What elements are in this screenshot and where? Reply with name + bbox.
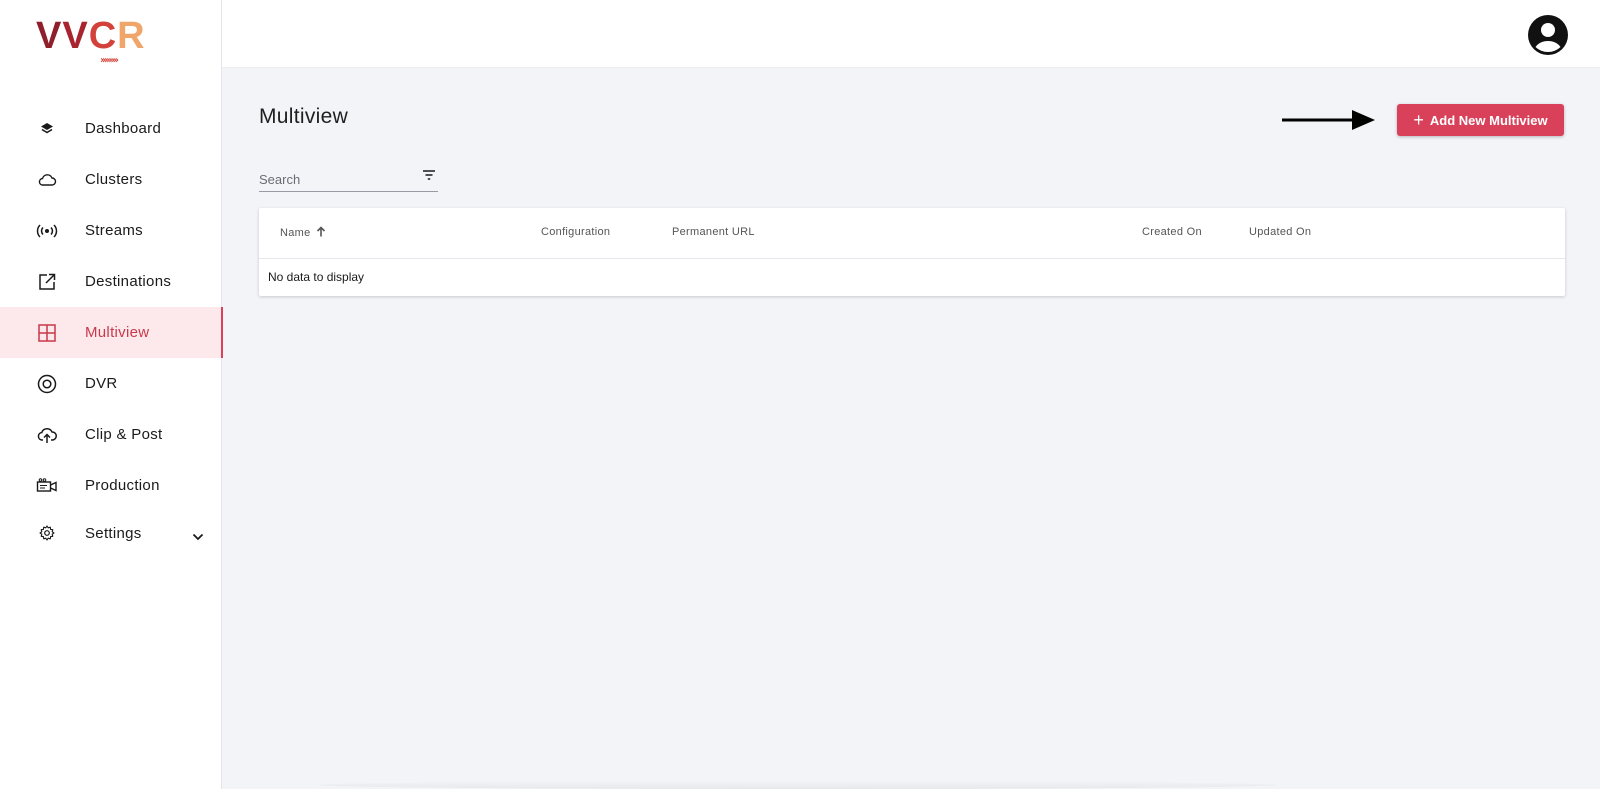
sidebar-item-clusters[interactable]: Clusters — [0, 154, 222, 205]
logo-chevrons: ›››››››› — [100, 55, 119, 66]
search-input[interactable] — [259, 170, 409, 188]
sidebar-item-label: Clip & Post — [85, 426, 163, 443]
filter-icon[interactable] — [422, 168, 436, 186]
sidebar-item-dashboard[interactable]: Dashboard — [0, 103, 222, 154]
column-header-name[interactable]: Name — [280, 226, 326, 240]
sidebar-item-label: Multiview — [85, 324, 150, 341]
sidebar-item-label: Destinations — [85, 273, 172, 290]
vvcr-logo[interactable]: V V C R ›››››››› — [36, 16, 146, 66]
multiview-table: Name Configuration Permanent URL Created… — [259, 208, 1565, 296]
logo-letter: V — [36, 15, 63, 57]
column-header-created-on[interactable]: Created On — [1142, 226, 1202, 238]
external-link-icon — [36, 271, 58, 293]
annotation-arrow-icon — [1282, 110, 1375, 130]
sort-arrow-up-icon[interactable] — [316, 226, 326, 240]
sidebar-item-label: Production — [85, 477, 160, 494]
search-field — [259, 163, 438, 192]
app-root: V V C R ›››››››› Dashboard Clusters Stre… — [0, 0, 1600, 789]
add-new-multiview-button[interactable]: + Add New Multiview — [1397, 104, 1564, 136]
plus-icon: + — [1413, 110, 1424, 130]
logo-letter: V — [62, 15, 89, 57]
table-header: Name Configuration Permanent URL Created… — [259, 208, 1565, 259]
sidebar-item-label: Settings — [85, 524, 142, 542]
sidebar-item-settings[interactable]: Settings — [0, 511, 222, 555]
gear-icon — [36, 522, 58, 544]
add-button-label: Add New Multiview — [1429, 112, 1548, 128]
sidebar-item-destinations[interactable]: Destinations — [0, 256, 222, 307]
cloud-upload-icon — [36, 424, 58, 446]
chevron-down-icon[interactable] — [192, 528, 204, 545]
sidebar-item-multiview[interactable]: Multiview — [0, 307, 223, 358]
sidebar-item-production[interactable]: Production — [0, 460, 222, 511]
video-camera-icon — [36, 475, 58, 497]
sidebar-item-label: Clusters — [85, 171, 143, 188]
logo-letter: C — [88, 15, 118, 57]
record-icon — [36, 373, 58, 395]
layers-icon — [36, 118, 58, 140]
sidebar-item-label: DVR — [85, 375, 118, 392]
sidebar: V V C R ›››››››› Dashboard Clusters Stre… — [0, 0, 223, 789]
sidebar-item-dvr[interactable]: DVR — [0, 358, 222, 409]
sidebar-nav: Dashboard Clusters Streams Destinations — [0, 103, 223, 555]
column-header-permanent-url[interactable]: Permanent URL — [672, 226, 755, 238]
logo-text: V V C R — [36, 16, 146, 56]
top-bar — [222, 0, 1600, 68]
broadcast-icon — [36, 220, 58, 242]
cloud-icon — [36, 169, 58, 191]
logo-letter: R — [117, 15, 146, 57]
bottom-shadow — [318, 781, 1278, 789]
sidebar-item-label: Streams — [85, 222, 143, 239]
sidebar-item-streams[interactable]: Streams — [0, 205, 222, 256]
column-header-configuration[interactable]: Configuration — [541, 226, 610, 238]
page-title: Multiview — [259, 105, 349, 128]
column-header-label: Name — [280, 227, 311, 239]
sidebar-item-label: Dashboard — [85, 120, 162, 137]
sidebar-item-clip-post[interactable]: Clip & Post — [0, 409, 222, 460]
column-header-updated-on[interactable]: Updated On — [1249, 226, 1311, 238]
grid-icon — [36, 322, 58, 344]
table-empty-row: No data to display — [259, 259, 1565, 295]
empty-message: No data to display — [268, 270, 365, 284]
user-avatar-icon[interactable] — [1527, 14, 1569, 56]
